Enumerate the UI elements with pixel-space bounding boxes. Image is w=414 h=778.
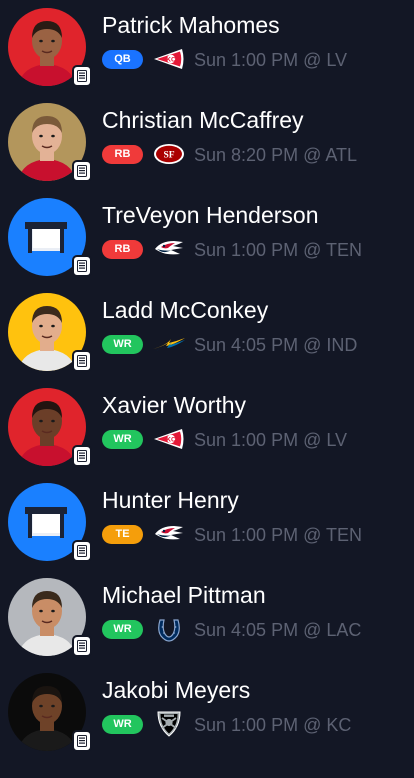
game-info: Sun 1:00 PM @ LV — [194, 430, 348, 450]
player-info-line: QB KC Sun 1:00 PM @ LV — [102, 46, 414, 72]
player-info-line: WR Sun 4:05 PM @ LAC — [102, 616, 414, 642]
news-document-icon[interactable] — [72, 350, 92, 372]
chiefs-arrowhead-icon: KC — [152, 426, 186, 452]
player-row-7[interactable]: Michael Pittman WR Sun 4:05 PM @ LAC — [0, 578, 414, 673]
player-row-1[interactable]: Patrick Mahomes QB KC Sun 1:00 PM @ LV — [0, 8, 414, 103]
news-document-icon[interactable] — [72, 635, 92, 657]
player-info-line: TE Sun 1:00 PM @ TEN — [102, 521, 414, 547]
news-document-icon[interactable] — [72, 730, 92, 752]
position-badge: WR — [102, 430, 143, 449]
player-name[interactable]: Hunter Henry — [102, 486, 239, 514]
patriots-flying-elvis-icon — [152, 236, 186, 262]
game-info: Sun 1:00 PM @ TEN — [194, 240, 363, 260]
game-info: Sun 1:00 PM @ KC — [194, 715, 352, 735]
game-info: Sun 1:00 PM @ TEN — [194, 525, 363, 545]
player-row-4[interactable]: Ladd McConkey WR Sun 4:05 PM @ IND — [0, 293, 414, 388]
position-badge: RB — [102, 240, 143, 259]
news-document-icon[interactable] — [72, 255, 92, 277]
player-row-3[interactable]: TreVeyon Henderson RB Sun 1:00 PM @ TEN — [0, 198, 414, 293]
player-row-5[interactable]: Xavier Worthy WR KC Sun 1:00 PM @ LV — [0, 388, 414, 483]
player-name[interactable]: Ladd McConkey — [102, 296, 268, 324]
game-info: Sun 4:05 PM @ LAC — [194, 620, 362, 640]
news-document-icon[interactable] — [72, 445, 92, 467]
player-info-line: WR KC Sun 1:00 PM @ LV — [102, 426, 414, 452]
player-name[interactable]: Jakobi Meyers — [102, 676, 250, 704]
player-name[interactable]: Xavier Worthy — [102, 391, 246, 419]
49ers-sf-oval-icon: SF — [152, 141, 186, 167]
patriots-flying-elvis-icon — [152, 521, 186, 547]
chargers-bolt-icon — [152, 331, 186, 357]
news-document-icon[interactable] — [72, 540, 92, 562]
player-name[interactable]: Christian McCaffrey — [102, 106, 304, 134]
player-info-line: WR Sun 4:05 PM @ IND — [102, 331, 414, 357]
game-info: Sun 8:20 PM @ ATL — [194, 145, 358, 165]
player-name[interactable]: Michael Pittman — [102, 581, 266, 609]
svg-text:SF: SF — [163, 151, 174, 161]
player-info-line: RB SF Sun 8:20 PM @ ATL — [102, 141, 414, 167]
player-info-line: RB Sun 1:00 PM @ TEN — [102, 236, 414, 262]
colts-horseshoe-icon — [152, 616, 186, 642]
svg-text:KC: KC — [166, 437, 176, 444]
position-badge: TE — [102, 525, 143, 544]
player-row-8[interactable]: Jakobi Meyers WR Sun 1:00 PM @ KC — [0, 673, 414, 768]
position-badge: WR — [102, 715, 143, 734]
position-badge: WR — [102, 335, 143, 354]
player-list: Patrick Mahomes QB KC Sun 1:00 PM @ LV C… — [0, 0, 414, 778]
news-document-icon[interactable] — [72, 65, 92, 87]
raiders-shield-icon — [152, 711, 186, 737]
player-name[interactable]: TreVeyon Henderson — [102, 201, 319, 229]
player-row-2[interactable]: Christian McCaffrey RB SF Sun 8:20 PM @ … — [0, 103, 414, 198]
player-name[interactable]: Patrick Mahomes — [102, 11, 280, 39]
game-info: Sun 1:00 PM @ LV — [194, 50, 348, 70]
player-row-6[interactable]: Hunter Henry TE Sun 1:00 PM @ TEN — [0, 483, 414, 578]
news-document-icon[interactable] — [72, 160, 92, 182]
player-info-line: WR Sun 1:00 PM @ KC — [102, 711, 414, 737]
position-badge: QB — [102, 50, 143, 69]
position-badge: RB — [102, 145, 143, 164]
game-info: Sun 4:05 PM @ IND — [194, 335, 358, 355]
svg-text:KC: KC — [166, 57, 176, 64]
chiefs-arrowhead-icon: KC — [152, 46, 186, 72]
position-badge: WR — [102, 620, 143, 639]
